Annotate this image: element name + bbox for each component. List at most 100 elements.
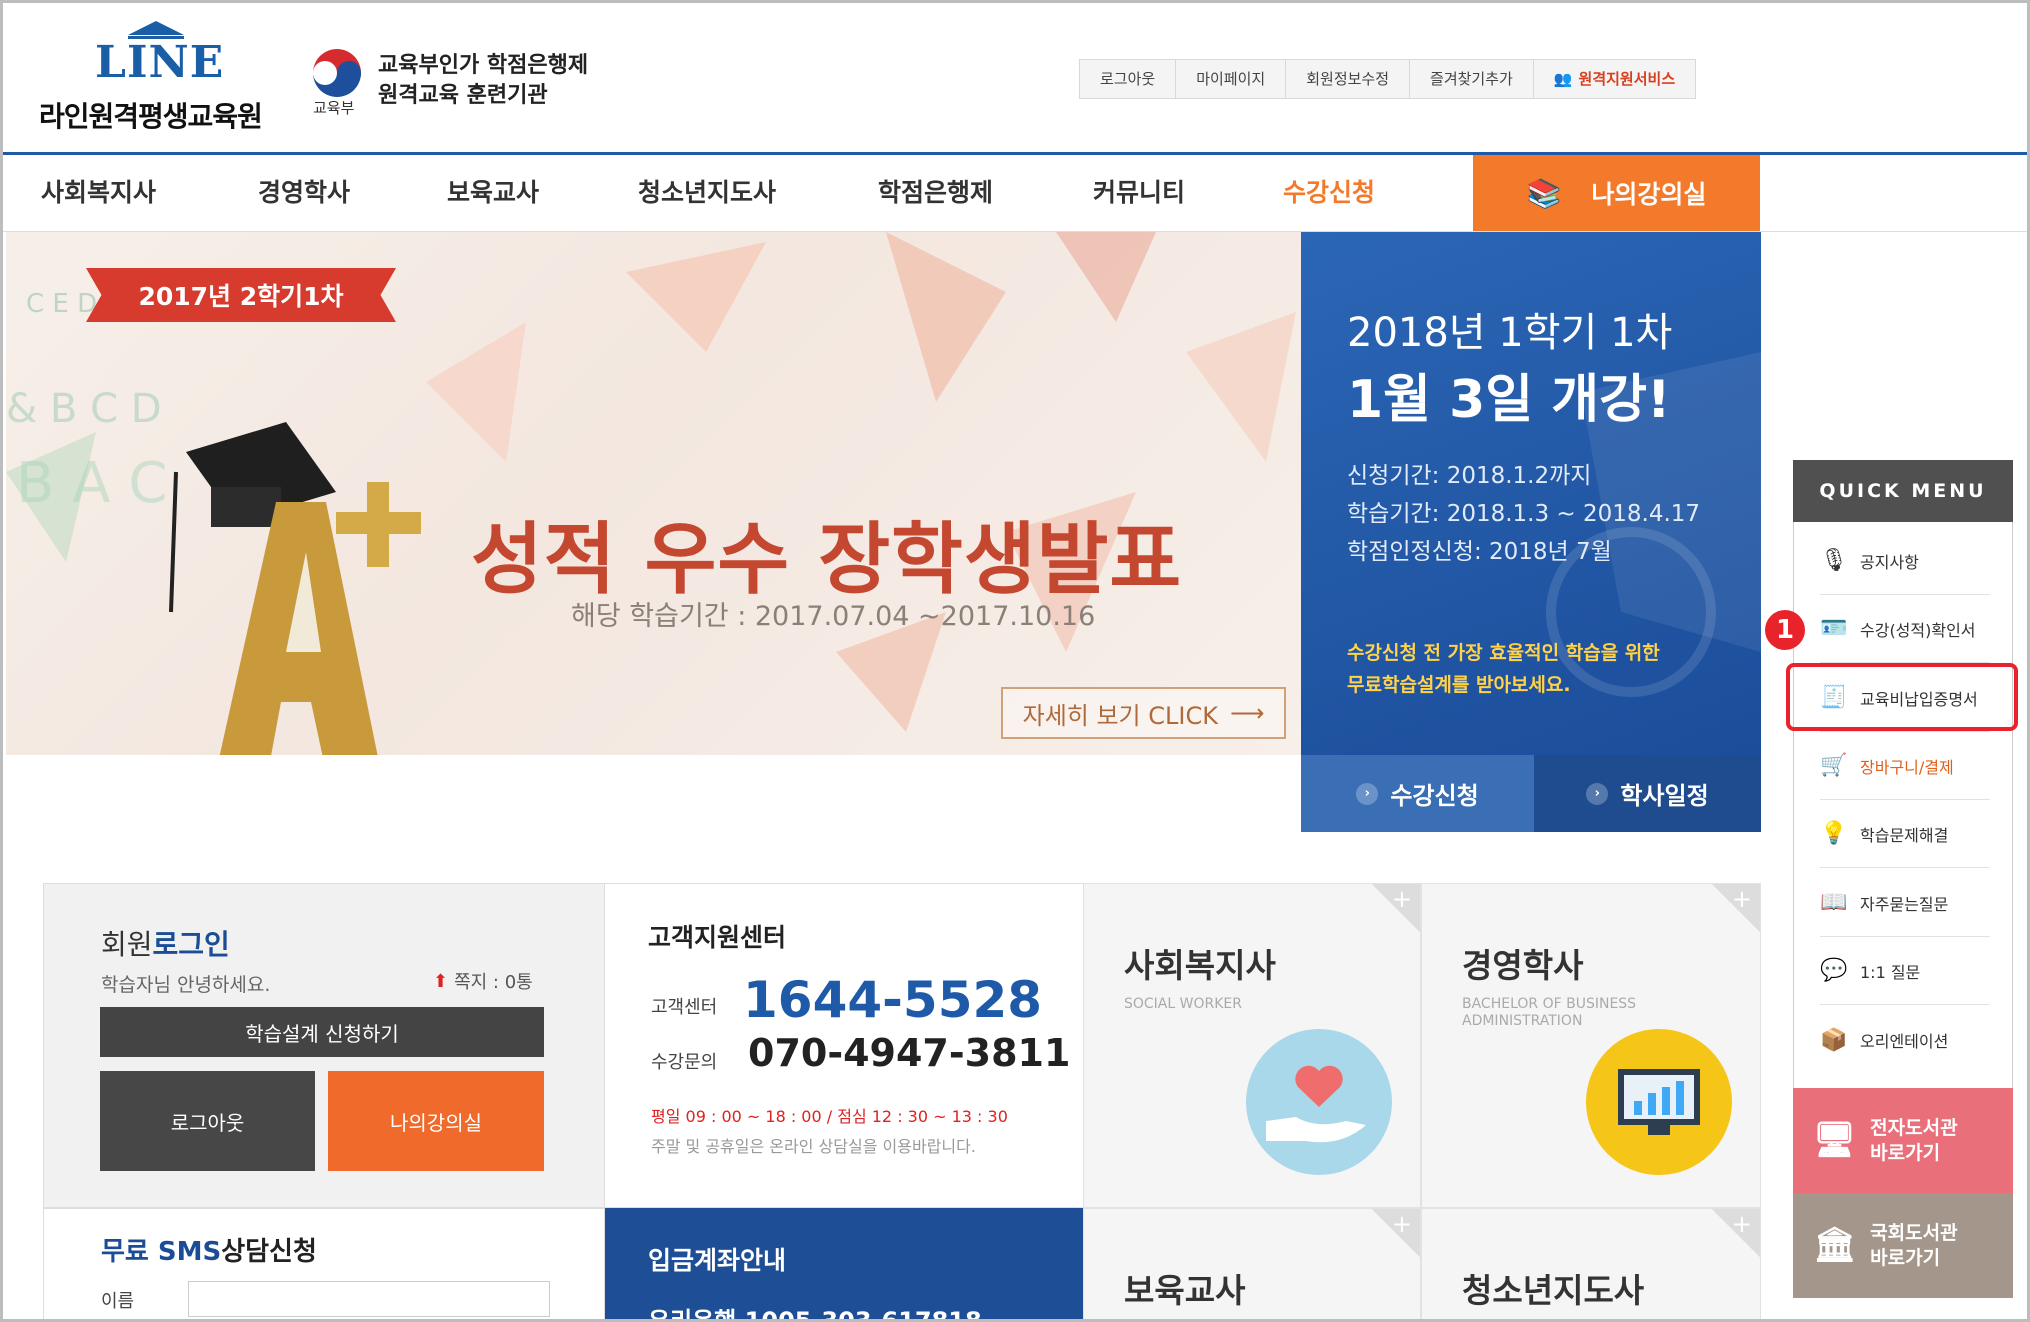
- qm-elibrary[interactable]: 🖥 전자도서관 바로가기: [1793, 1088, 2013, 1193]
- logo-text[interactable]: LINE: [95, 37, 224, 88]
- nav-business[interactable]: 경영학사: [258, 173, 350, 209]
- qm-elibrary-label: 전자도서관 바로가기: [1870, 1116, 1957, 1166]
- microphone-icon: 🎙: [1820, 548, 1848, 573]
- bank-title: 입금계좌안내: [648, 1246, 787, 1275]
- card-business[interactable]: + 경영학사 BACHELOR OF BUSINESS ADMINISTRATI…: [1421, 883, 1761, 1208]
- nav-credit-bank[interactable]: 학점은행제: [878, 173, 993, 209]
- moe-emblem-icon: [311, 47, 363, 99]
- qm-orientation[interactable]: 📦 오리엔테이션: [1820, 1006, 1990, 1074]
- util-logout[interactable]: 로그아웃: [1080, 60, 1177, 98]
- cs-phone1: 1644-5528: [743, 971, 1043, 1029]
- qm-troubleshoot[interactable]: 💡 학습문제해결: [1820, 800, 1990, 868]
- logo-name[interactable]: 라인원격평생교육원: [39, 95, 263, 135]
- card-youth[interactable]: + 청소년지도사: [1421, 1208, 1761, 1319]
- nav-registration[interactable]: 수강신청: [1283, 173, 1375, 209]
- chat-icon: 💬: [1820, 958, 1848, 983]
- side-info-apply: 신청기간: 2018.1.2까지: [1347, 463, 1592, 489]
- sms-title-a: 무료 SMS: [101, 1237, 222, 1267]
- sms-name-input[interactable]: [188, 1281, 550, 1317]
- banner-period: 해당 학습기간 : 2017.07.04 ~2017.10.16: [571, 601, 1096, 632]
- login-title-a: 회원: [101, 928, 153, 961]
- banner-more-button[interactable]: 자세히 보기 CLICK ⟶: [1001, 687, 1286, 739]
- moe-line1: 교육부인가 학점은행제: [378, 53, 589, 78]
- side-banner-line2: 1월 3일 개강!: [1347, 370, 1671, 430]
- cs-label2: 수강문의: [651, 1052, 718, 1073]
- qm-qna[interactable]: 💬 1:1 질문: [1820, 937, 1990, 1005]
- side-banner-line1: 2018년 1학기 1차: [1347, 310, 1673, 356]
- nav-my-classroom-label: 나의강의실: [1591, 180, 1707, 209]
- messages-link[interactable]: ⬆ 쪽지 : 0통: [433, 968, 533, 994]
- logout-button[interactable]: 로그아웃: [100, 1071, 315, 1171]
- login-greeting: 학습자님 안녕하세요.: [101, 974, 271, 996]
- chart-monitor-icon: [1586, 1029, 1732, 1175]
- qm-notice[interactable]: 🎙 공지사항: [1820, 527, 1990, 595]
- qm-cart[interactable]: 🛒 장바구니/결제: [1820, 732, 1990, 800]
- certificate-icon: 🪪: [1820, 616, 1848, 641]
- qm-national-library[interactable]: 🏛 국회도서관 바로가기: [1793, 1193, 2013, 1298]
- heart-hand-icon: [1246, 1029, 1392, 1175]
- plus-icon[interactable]: +: [1372, 1209, 1420, 1257]
- callout-badge: 1: [1765, 610, 1805, 650]
- plus-icon[interactable]: +: [1372, 884, 1420, 932]
- moe-text: 교육부인가 학점은행제 원격교육 훈련기관: [378, 51, 588, 111]
- nav-childcare[interactable]: 보육교사: [447, 173, 539, 209]
- util-remote-support[interactable]: 👥 원격지원서비스: [1534, 60, 1695, 98]
- card-title: 청소년지도사: [1462, 1271, 1645, 1310]
- util-remote-label: 원격지원서비스: [1578, 70, 1676, 88]
- qm-faq-label: 자주묻는질문: [1860, 894, 1949, 914]
- main-banner[interactable]: C E D F G & B C D B A C 2017년 2학기1차 성적 우…: [6, 232, 1301, 755]
- card-childcare[interactable]: + 보육교사: [1083, 1208, 1421, 1319]
- qm-troubleshoot-label: 학습문제해결: [1860, 825, 1949, 845]
- nav-my-classroom[interactable]: 📚 나의강의실: [1473, 155, 1760, 231]
- util-edit-info[interactable]: 회원정보수정: [1286, 60, 1411, 98]
- study-plan-button[interactable]: 학습설계 신청하기: [100, 1007, 544, 1057]
- nav-social-worker[interactable]: 사회복지사: [41, 173, 156, 209]
- side-banner[interactable]: 2018년 1학기 1차 1월 3일 개강! 신청기간: 2018.1.2까지 …: [1301, 232, 1761, 755]
- nav-youth[interactable]: 청소년지도사: [638, 173, 776, 209]
- side-info-credit: 학점인정신청: 2018년 7월: [1347, 539, 1612, 565]
- sms-name-label: 이름: [101, 1291, 135, 1312]
- card-title: 보육교사: [1124, 1271, 1246, 1310]
- nav-community[interactable]: 커뮤니티: [1093, 173, 1185, 209]
- qm-elib-line1: 전자도서관: [1870, 1116, 1958, 1139]
- lightbulb-icon: 💡: [1820, 821, 1848, 846]
- plus-icon[interactable]: +: [1712, 884, 1760, 932]
- plus-icon[interactable]: +: [1712, 1209, 1760, 1257]
- cart-icon: 🛒: [1820, 753, 1848, 778]
- qm-cart-label: 장바구니/결제: [1860, 757, 1954, 777]
- side-banner-promo: 수강신청 전 가장 효율적인 학습을 위한 무료학습설계를 받아보세요.: [1347, 637, 1660, 701]
- arrow-right-icon: ⟶: [1229, 699, 1265, 727]
- svg-text:& B C D: & B C D: [6, 386, 162, 432]
- calendar-button[interactable]: › 학사일정: [1534, 755, 1761, 832]
- messages-label: 쪽지 : 0통: [454, 972, 533, 993]
- my-classroom-button[interactable]: 나의강의실: [328, 1071, 544, 1171]
- calendar-button-label: 학사일정: [1620, 782, 1709, 810]
- side-promo-line2: 무료학습설계를 받아보세요.: [1347, 674, 1571, 696]
- login-title: 회원로그인: [101, 923, 230, 963]
- card-title: 경영학사: [1462, 946, 1584, 985]
- qm-nlib-label: 국회도서관 바로가기: [1870, 1221, 1957, 1271]
- monitor-icon: 🖥: [1813, 1120, 1857, 1160]
- highlight-box: [1786, 663, 2018, 731]
- svg-text:B A C: B A C: [16, 451, 167, 516]
- qm-qna-label: 1:1 질문: [1860, 962, 1921, 982]
- utility-links: 로그아웃 마이페이지 회원정보수정 즐겨찾기추가 👥 원격지원서비스: [1079, 59, 1697, 99]
- registration-button[interactable]: › 수강신청: [1301, 755, 1534, 832]
- qm-faq[interactable]: 📖 자주묻는질문: [1820, 869, 1990, 937]
- bank-account: 우리은행 1005-303-617818: [648, 1307, 982, 1322]
- banner-ribbon: 2017년 2학기1차: [86, 268, 396, 322]
- books-icon: 📚: [1526, 176, 1562, 210]
- cs-title: 고객지원센터: [648, 923, 787, 952]
- card-subtitle: SOCIAL WORKER: [1124, 996, 1242, 1012]
- banner-title: 성적 우수 장학생발표: [471, 515, 1183, 605]
- util-bookmark[interactable]: 즐겨찾기추가: [1410, 60, 1534, 98]
- banner-more-label: 자세히 보기 CLICK: [1022, 701, 1218, 730]
- card-title: 사회복지사: [1124, 946, 1276, 985]
- qm-notice-label: 공지사항: [1860, 552, 1919, 572]
- card-social-worker[interactable]: + 사회복지사 SOCIAL WORKER: [1083, 883, 1421, 1208]
- page: LINE 라인원격평생교육원 교육부 교육부인가 학점은행제 원격교육 훈련기관…: [0, 0, 2030, 1322]
- util-mypage[interactable]: 마이페이지: [1176, 60, 1287, 98]
- qm-elib-line2: 바로가기: [1870, 1141, 1941, 1164]
- qm-certificate[interactable]: 🪪 수강(성적)확인서: [1820, 595, 1990, 663]
- registration-button-label: 수강신청: [1390, 782, 1479, 810]
